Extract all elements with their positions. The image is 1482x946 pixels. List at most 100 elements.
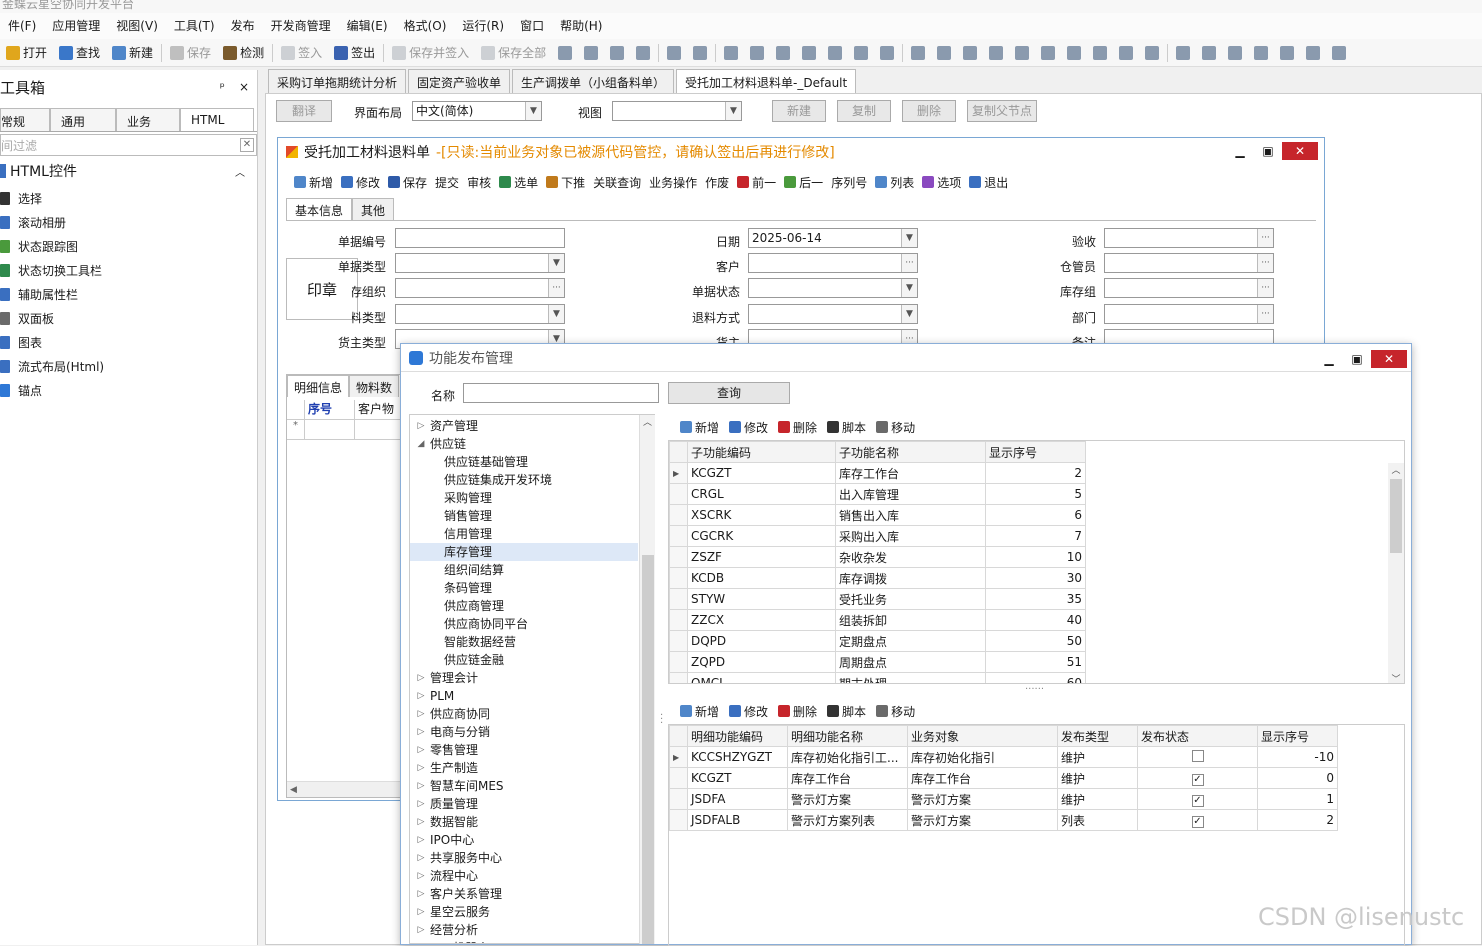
menu-item[interactable]: 编辑(E) <box>339 13 396 39</box>
column-header[interactable]: 子功能名称 <box>835 441 986 463</box>
caret-right-icon[interactable]: ▷ <box>414 939 428 943</box>
field-input[interactable]: ··· <box>1104 278 1274 298</box>
name-input[interactable] <box>463 383 659 403</box>
toolbox-item[interactable]: 状态切换工具栏 <box>0 258 257 282</box>
clear-filter-icon[interactable]: ✕ <box>240 138 254 152</box>
toolbar-icon-button[interactable] <box>772 42 794 64</box>
chevron-up-icon[interactable]: ︿ <box>1388 463 1404 476</box>
detail-tab[interactable]: 物料数 <box>349 375 400 397</box>
col-customer-material[interactable]: 客户物 <box>355 400 394 419</box>
document-tab[interactable]: 固定资产验收单 <box>408 69 511 93</box>
horizontal-scrollbar[interactable]: ◀ <box>287 781 401 797</box>
toolbar-icon-button[interactable] <box>554 42 576 64</box>
bill-toolbar-button[interactable]: 修改 <box>337 171 384 193</box>
toolbar-icon-button[interactable] <box>959 42 981 64</box>
bill-toolbar-button[interactable]: 退出 <box>965 171 1012 193</box>
caret-right-icon[interactable]: ▷ <box>414 687 428 705</box>
toolbar-icon-button[interactable] <box>798 42 820 64</box>
toolbar-icon-button[interactable] <box>1250 42 1272 64</box>
field-input[interactable]: ··· <box>395 278 565 298</box>
toolbar-icon-button[interactable] <box>663 42 685 64</box>
menu-item[interactable]: 件(F) <box>0 13 44 39</box>
toolbar-icon-button[interactable] <box>933 42 955 64</box>
toolbox-item[interactable]: 状态跟踪图 <box>0 234 257 258</box>
bill-toolbar-button[interactable]: 新增 <box>290 171 337 193</box>
publish-status-cell[interactable] <box>1137 746 1258 768</box>
toolbar-icon-button[interactable] <box>1011 42 1033 64</box>
tree-child-node[interactable]: 智能数据经营 <box>410 633 654 651</box>
tree-child-node[interactable]: 采购管理 <box>410 489 654 507</box>
tree-node[interactable]: ▷ 管理会计 <box>410 669 654 687</box>
translate-button[interactable]: 翻译 <box>276 100 332 122</box>
column-header[interactable]: 明细功能编码 <box>687 725 788 747</box>
query-button[interactable]: 查询 <box>668 382 790 404</box>
tree-child-node[interactable]: 供应链集成开发环境 <box>410 471 654 489</box>
caret-right-icon[interactable]: ▷ <box>414 669 428 687</box>
tree-node[interactable]: ◢ 供应链 <box>410 435 654 453</box>
toolbar-icon-button[interactable] <box>606 42 628 64</box>
tree-node[interactable]: ▷ 经营分析 <box>410 921 654 939</box>
caret-right-icon[interactable]: ▷ <box>414 921 428 939</box>
caret-right-icon[interactable]: ▷ <box>414 741 428 759</box>
toolbox-item[interactable]: 图表 <box>0 330 257 354</box>
maximize-icon[interactable]: ▣ <box>1343 350 1371 368</box>
table-row[interactable]: ZQPD 周期盘点 51 <box>669 651 1086 673</box>
maximize-icon[interactable]: ▣ <box>1254 142 1282 160</box>
toolbar-button[interactable]: 查找 <box>53 40 106 66</box>
grid-toolbar-button[interactable]: 修改 <box>725 698 772 724</box>
menu-item[interactable]: 应用管理 <box>44 13 108 39</box>
bill-toolbar-button[interactable]: 保存 <box>384 171 431 193</box>
field-input[interactable]: ▼ <box>395 253 565 273</box>
grid-toolbar-button[interactable]: 新增 <box>676 698 723 724</box>
minimize-icon[interactable]: ▁ <box>1226 142 1254 160</box>
caret-right-icon[interactable]: ▷ <box>414 831 428 849</box>
toolbar-button[interactable]: 保存 <box>164 40 217 66</box>
tree-node[interactable]: ▷ IPO中心 <box>410 831 654 849</box>
column-header[interactable]: 业务对象 <box>907 725 1058 747</box>
caret-down-icon[interactable]: ◢ <box>414 435 428 453</box>
table-row[interactable]: CRGL 出入库管理 5 <box>669 483 1086 505</box>
tree-node[interactable]: ▷ 客户关系管理 <box>410 885 654 903</box>
minimize-icon[interactable]: ▁ <box>1315 350 1343 368</box>
publish-status-cell[interactable]: ✓ <box>1137 788 1258 810</box>
column-header[interactable]: 子功能编码 <box>687 441 836 463</box>
toolbox-tab[interactable]: 常规 <box>0 108 50 131</box>
toolbar-icon-button[interactable] <box>1302 42 1324 64</box>
tree-node[interactable]: ▷ 智慧车间MES <box>410 777 654 795</box>
toolbar-icon-button[interactable] <box>907 42 929 64</box>
caret-right-icon[interactable]: ▷ <box>414 777 428 795</box>
caret-right-icon[interactable]: ▷ <box>414 705 428 723</box>
table-row[interactable]: XSCRK 销售出入库 6 <box>669 504 1086 526</box>
toolbox-item[interactable]: 滚动相册 <box>0 210 257 234</box>
toolbar-icon-button[interactable] <box>746 42 768 64</box>
tree-node[interactable]: ▷ 零售管理 <box>410 741 654 759</box>
table-row[interactable]: ▶ KCGZT 库存工作台 2 <box>669 462 1086 484</box>
menu-item[interactable]: 运行(R) <box>454 13 512 39</box>
detail-tab[interactable]: 明细信息 <box>287 375 350 397</box>
chevron-down-icon[interactable]: ﹀ <box>1388 672 1404 683</box>
field-input[interactable]: ··· <box>1104 253 1274 273</box>
tree-child-node[interactable]: 供应链金融 <box>410 651 654 669</box>
checkbox-unchecked[interactable] <box>1191 749 1204 762</box>
tree-node[interactable]: ▷RPA机器人 <box>410 939 654 943</box>
toolbox-item[interactable]: 选择 <box>0 186 257 210</box>
column-header[interactable]: 发布类型 <box>1057 725 1138 747</box>
toolbar-button[interactable]: 保存全部 <box>475 40 552 66</box>
table-row[interactable]: CGCRK 采购出入库 7 <box>669 525 1086 547</box>
grid-scrollbar[interactable]: ︿ ﹀ <box>1388 463 1404 683</box>
grid-toolbar-button[interactable]: 新增 <box>676 414 723 440</box>
chevron-down-icon[interactable]: ▼ <box>525 102 541 120</box>
bill-toolbar-button[interactable]: 选单 <box>495 171 542 193</box>
toolbar-button[interactable]: 保存并签入 <box>386 40 475 66</box>
bill-toolbar-button[interactable]: 后一 <box>780 171 827 193</box>
chevron-down-icon[interactable]: ▼ <box>901 305 917 323</box>
toolbar-button[interactable]: 检测 <box>217 40 270 66</box>
tree-node[interactable]: ▷ 资产管理 <box>410 417 654 435</box>
document-tab[interactable]: 采购订单拖期统计分析 <box>268 69 407 93</box>
table-row[interactable]: STYW 受托业务 35 <box>669 588 1086 610</box>
tree-node[interactable]: ▷ PLM <box>410 687 654 705</box>
toolbar-icon-button[interactable] <box>876 42 898 64</box>
field-input[interactable]: ··· <box>1104 304 1274 324</box>
column-header[interactable]: 明细功能名称 <box>787 725 908 747</box>
chevron-up-icon[interactable]: ︿ <box>235 164 245 179</box>
